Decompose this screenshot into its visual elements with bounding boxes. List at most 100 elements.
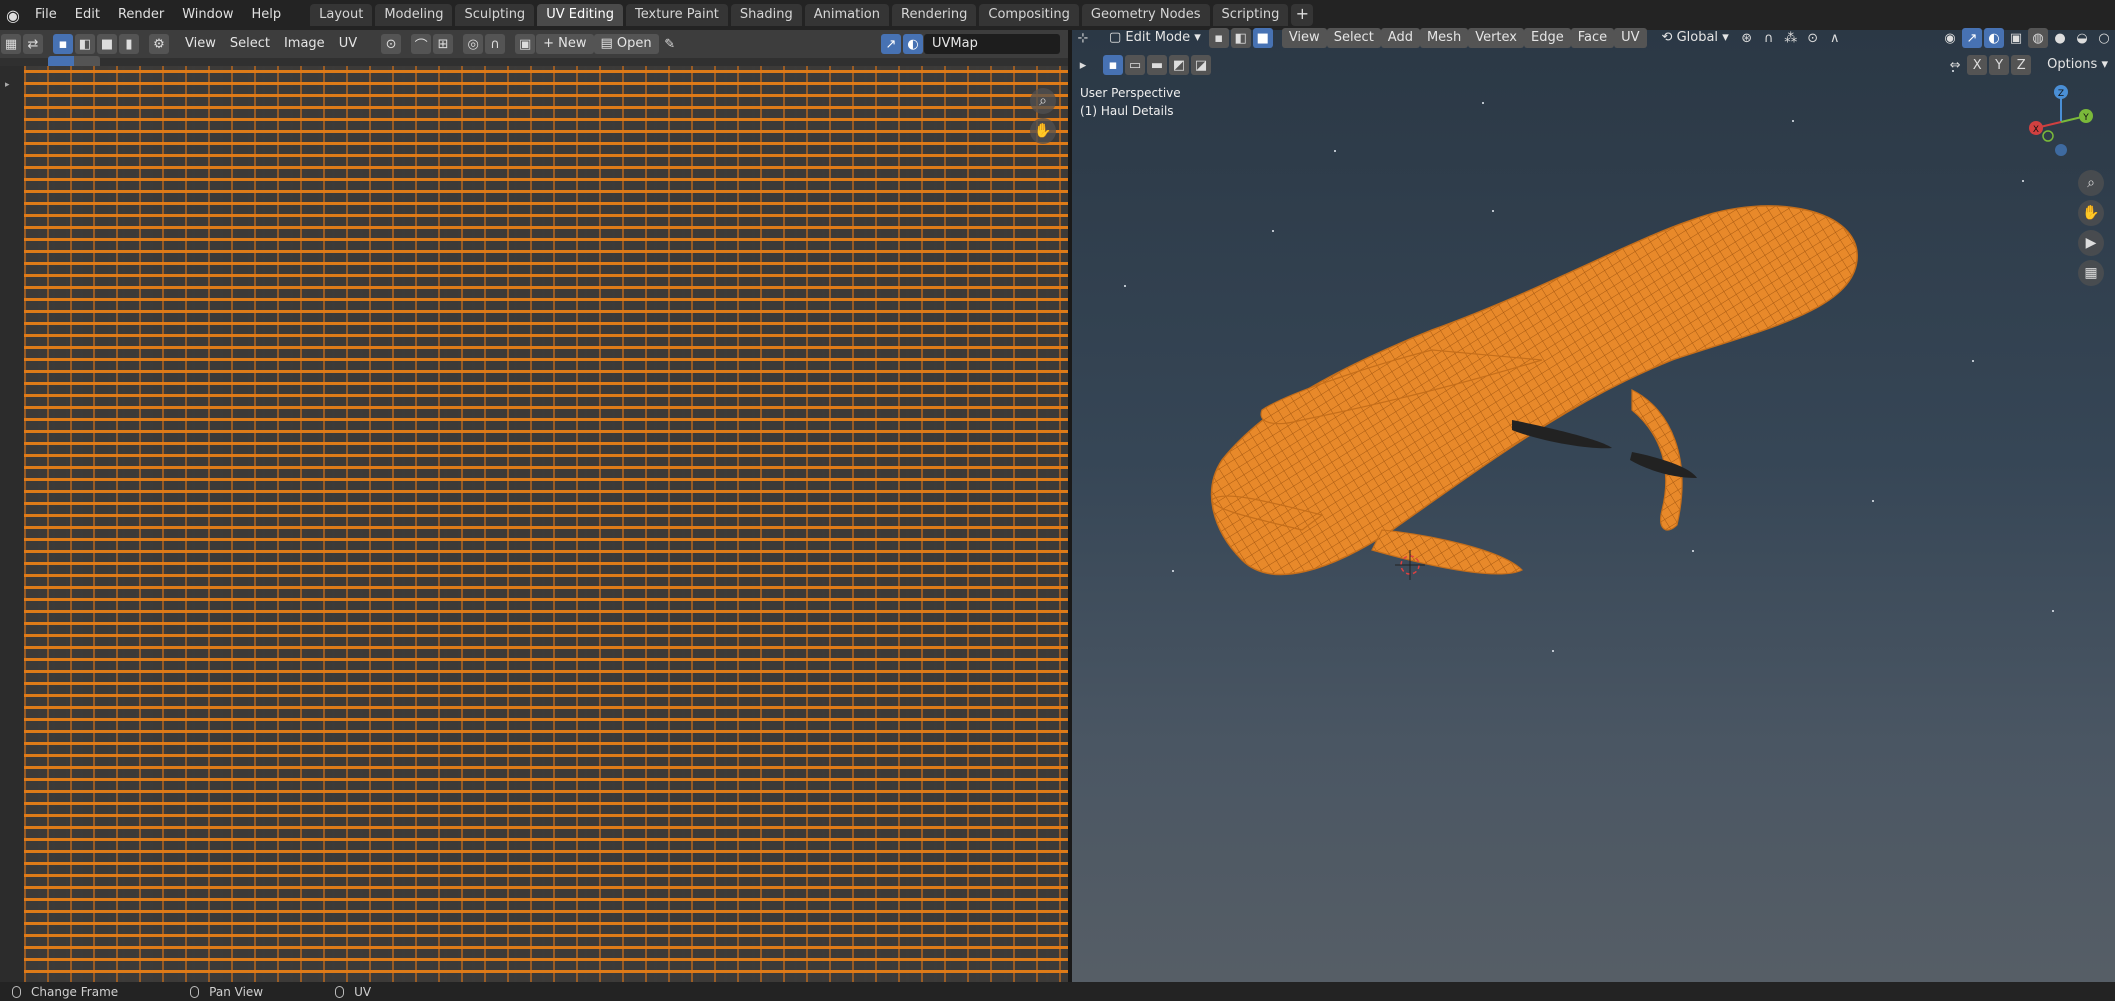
- edge-select-icon[interactable]: ◧: [75, 34, 95, 54]
- blender-logo-icon[interactable]: ◉: [0, 0, 26, 30]
- uv-toolbar: ▸: [0, 66, 24, 982]
- editor-type-icon[interactable]: ▦: [1, 34, 21, 54]
- vp-menu-add[interactable]: Add: [1380, 28, 1420, 48]
- menu-edit[interactable]: Edit: [66, 0, 109, 30]
- proportional-edit-icon[interactable]: ◎: [463, 34, 484, 54]
- uv-canvas[interactable]: [24, 66, 1068, 982]
- select-subtract-icon[interactable]: ▬: [1147, 55, 1167, 75]
- axis-y-toggle[interactable]: Y: [1989, 55, 2010, 75]
- visibility-icon[interactable]: ◉: [1940, 28, 1960, 48]
- viewport-pan-icon[interactable]: ✋: [2078, 200, 2104, 226]
- vertex-select-icon[interactable]: ▪: [53, 34, 73, 54]
- uv-tool-row: [0, 58, 1068, 66]
- menu-help[interactable]: Help: [243, 0, 291, 30]
- add-workspace-button[interactable]: +: [1291, 4, 1314, 26]
- island-select-icon[interactable]: ▮: [119, 34, 139, 54]
- axis-x-toggle[interactable]: X: [1967, 55, 1988, 75]
- falloff-icon[interactable]: ∩: [485, 34, 506, 54]
- tab-modeling[interactable]: Modeling: [375, 4, 453, 26]
- orientation-dropdown[interactable]: ⟲ Global ▾: [1655, 28, 1736, 48]
- uv-menu-uv[interactable]: UV: [332, 34, 364, 54]
- menu-render[interactable]: Render: [109, 0, 173, 30]
- image-browse-icon[interactable]: ▣: [515, 34, 536, 54]
- tab-uv-editing[interactable]: UV Editing: [537, 4, 624, 26]
- solid-shading-icon[interactable]: ●: [2050, 28, 2070, 48]
- proportional-icon[interactable]: ⊙: [1803, 28, 1823, 48]
- mesh-object[interactable]: [1072, 30, 2115, 982]
- object-label: (1) Haul Details: [1080, 104, 1174, 118]
- status-uv-label: UV: [354, 984, 372, 999]
- pivot-point-icon[interactable]: ⊛: [1737, 28, 1757, 48]
- rendered-shading-icon[interactable]: ○: [2094, 28, 2114, 48]
- viewport-zoom-icon[interactable]: ⌕: [2078, 170, 2104, 196]
- xray-icon[interactable]: ▣: [2006, 28, 2026, 48]
- mode-dropdown[interactable]: ▢ Edit Mode ▾: [1102, 28, 1208, 48]
- edge-mode-icon[interactable]: ◧: [1230, 28, 1251, 48]
- tail-fin-right-mesh: [1371, 529, 1524, 575]
- tab-animation[interactable]: Animation: [804, 4, 889, 26]
- tab-rendering[interactable]: Rendering: [892, 4, 977, 26]
- vp-menu-face[interactable]: Face: [1570, 28, 1615, 48]
- gizmo-toggle-icon[interactable]: ↗: [881, 34, 901, 54]
- vp-gizmo-icon[interactable]: ↗: [1962, 28, 1982, 48]
- navigation-gizmo[interactable]: Z Y X: [2026, 84, 2096, 156]
- status-pan-view-label: Pan View: [209, 984, 264, 999]
- tab-shading[interactable]: Shading: [730, 4, 802, 26]
- uv-menu-image[interactable]: Image: [277, 34, 332, 54]
- uv-menu-select[interactable]: Select: [223, 34, 277, 54]
- camera-view-icon[interactable]: ▶: [2078, 230, 2104, 256]
- viewport-editor-type-icon[interactable]: ⊹: [1073, 28, 1093, 48]
- select-extend-mode-icon[interactable]: ▭: [1125, 55, 1145, 75]
- snapping-icon[interactable]: ∩: [1759, 28, 1779, 48]
- toolbar-expand-icon[interactable]: ▸: [5, 80, 19, 90]
- wireframe-shading-icon[interactable]: ◍: [2028, 28, 2048, 48]
- select-new-icon[interactable]: ▪: [1103, 55, 1123, 75]
- orientation-label: Global: [1676, 30, 1719, 45]
- vp-menu-vertex[interactable]: Vertex: [1468, 28, 1524, 48]
- face-select-icon[interactable]: ■: [97, 34, 117, 54]
- face-mode-icon[interactable]: ■: [1252, 28, 1273, 48]
- pivot-icon[interactable]: ⊙: [381, 34, 402, 54]
- tab-texture-paint[interactable]: Texture Paint: [626, 4, 728, 26]
- vp-menu-uv[interactable]: UV: [1614, 28, 1647, 48]
- overlay-toggle-icon[interactable]: ◐: [903, 34, 923, 54]
- sticky-selection-icon[interactable]: ⚙: [149, 34, 169, 54]
- tab-compositing[interactable]: Compositing: [979, 4, 1079, 26]
- vp-menu-select[interactable]: Select: [1326, 28, 1381, 48]
- status-pan-view: Pan View: [190, 985, 263, 999]
- viewport-tool-row: ▸ ▪ ▭ ▬ ◩ ◪ ⇔ X Y Z Options ▾: [1072, 54, 2115, 76]
- toolbar-toggle-icon[interactable]: ▸: [1073, 55, 1093, 75]
- menu-window[interactable]: Window: [173, 0, 242, 30]
- 3d-viewport[interactable]: User Perspective (1) Haul Details Z Y X …: [1072, 30, 2115, 982]
- vertex-mode-icon[interactable]: ▪: [1208, 28, 1229, 48]
- select-intersect-icon[interactable]: ◪: [1191, 55, 1211, 75]
- uv-zoom-icon[interactable]: ⌕: [1030, 88, 1056, 114]
- vp-menu-edge[interactable]: Edge: [1524, 28, 1571, 48]
- tab-layout[interactable]: Layout: [310, 4, 373, 26]
- sync-selection-icon[interactable]: ⇄: [23, 34, 43, 54]
- tab-sculpting[interactable]: Sculpting: [455, 4, 535, 26]
- snap-icon[interactable]: ⌒: [411, 34, 432, 54]
- mirror-icon[interactable]: ⇔: [1945, 55, 1965, 75]
- ortho-toggle-icon[interactable]: ▦: [2078, 260, 2104, 286]
- axis-z-toggle[interactable]: Z: [2011, 55, 2032, 75]
- vp-menu-view[interactable]: View: [1281, 28, 1327, 48]
- uv-pan-icon[interactable]: ✋: [1030, 118, 1056, 144]
- menu-file[interactable]: File: [26, 0, 66, 30]
- open-image-button[interactable]: ▤ Open: [593, 34, 659, 54]
- material-shading-icon[interactable]: ◒: [2072, 28, 2092, 48]
- options-dropdown[interactable]: Options ▾: [2040, 55, 2115, 75]
- pin-icon[interactable]: ✎: [660, 34, 680, 54]
- vp-menu-mesh[interactable]: Mesh: [1419, 28, 1469, 48]
- select-invert-icon[interactable]: ◩: [1169, 55, 1189, 75]
- uvmap-field[interactable]: UVMap: [924, 34, 1060, 54]
- new-image-button[interactable]: + New: [536, 34, 594, 54]
- vp-overlay-icon[interactable]: ◐: [1984, 28, 2004, 48]
- tab-scripting[interactable]: Scripting: [1212, 4, 1289, 26]
- snap-target-icon[interactable]: ⊞: [433, 34, 454, 54]
- uv-menu-view[interactable]: View: [178, 34, 223, 54]
- falloff-curve-icon[interactable]: ∧: [1825, 28, 1845, 48]
- snap-grid-icon[interactable]: ⁂: [1781, 28, 1801, 48]
- tab-geometry-nodes[interactable]: Geometry Nodes: [1081, 4, 1210, 26]
- new-image-label: New: [558, 36, 587, 51]
